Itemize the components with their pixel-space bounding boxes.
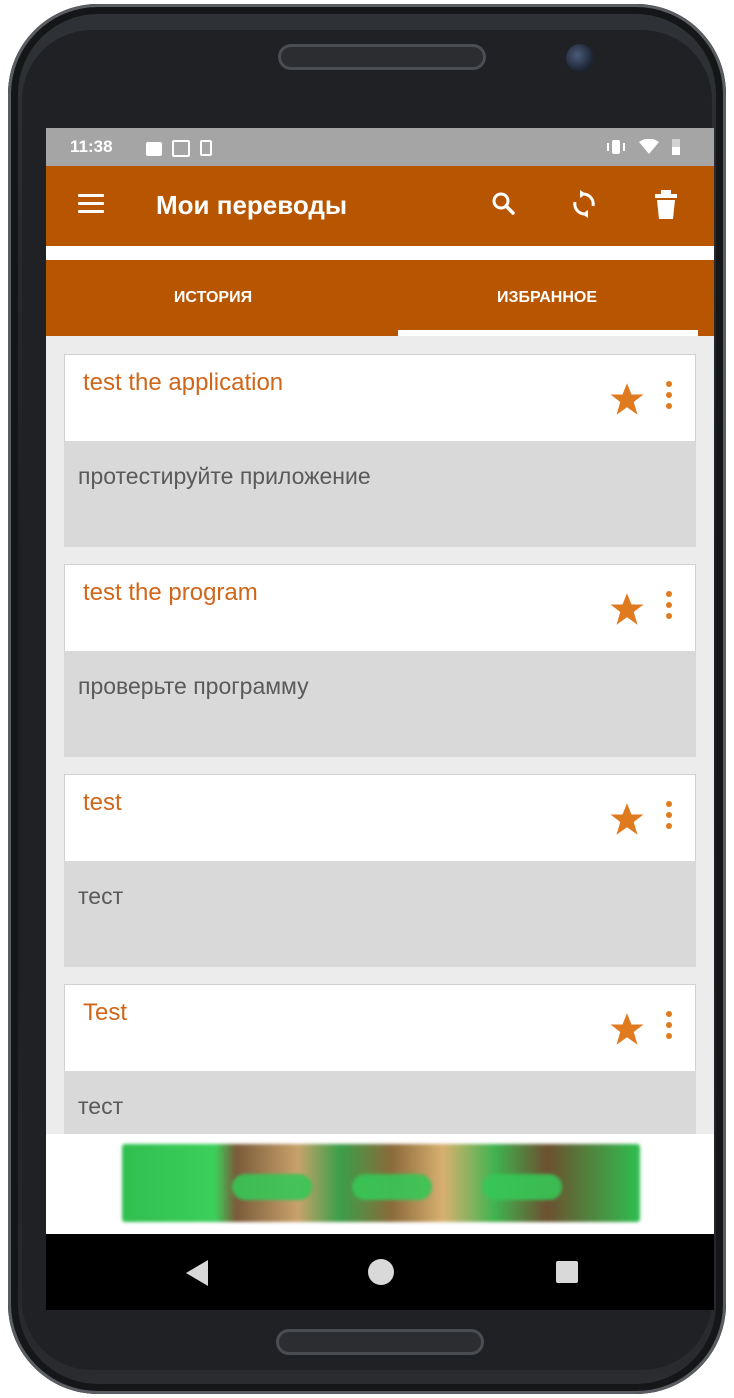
favorite-star-icon[interactable] bbox=[609, 1011, 645, 1047]
ad-button-shape bbox=[352, 1174, 432, 1200]
translation-card[interactable]: Test тест bbox=[64, 984, 696, 1144]
source-text: test the program bbox=[83, 579, 258, 606]
card-source-area: Test bbox=[64, 984, 696, 1072]
sync-icon[interactable] bbox=[566, 186, 602, 222]
battery-icon bbox=[672, 139, 680, 155]
ad-button-shape bbox=[482, 1174, 562, 1200]
back-icon[interactable] bbox=[186, 1260, 208, 1286]
vibrate-icon bbox=[607, 140, 625, 154]
translation-text: протестируйте приложение bbox=[78, 463, 371, 489]
card-translation-area: проверьте программу bbox=[64, 651, 696, 757]
translation-text: тест bbox=[78, 1093, 124, 1119]
recents-icon[interactable] bbox=[556, 1261, 578, 1283]
more-options-icon[interactable] bbox=[663, 1011, 675, 1047]
ad-container bbox=[46, 1134, 714, 1234]
tab-selected-indicator bbox=[398, 330, 698, 336]
ad-button-shape bbox=[232, 1174, 312, 1200]
status-time: 11:38 bbox=[70, 137, 113, 156]
wifi-icon bbox=[639, 139, 659, 154]
source-text: Test bbox=[83, 999, 128, 1026]
source-text: test bbox=[83, 789, 122, 816]
card-translation-area: протестируйте приложение bbox=[64, 441, 696, 547]
phone-notification-icon bbox=[200, 140, 212, 156]
system-nav-bar bbox=[46, 1234, 714, 1310]
favorite-star-icon[interactable] bbox=[609, 381, 645, 417]
home-icon[interactable] bbox=[368, 1259, 394, 1285]
earpiece-speaker bbox=[278, 44, 486, 70]
more-options-icon[interactable] bbox=[663, 801, 675, 837]
translations-list: test the application протестируйте прило… bbox=[64, 354, 696, 1144]
search-icon[interactable] bbox=[486, 186, 522, 222]
image-notification-icon bbox=[146, 142, 162, 156]
tab-history[interactable]: ИСТОРИЯ bbox=[46, 260, 380, 336]
screen: 11:38 Мои переводы ИСТОРИЯ ИЗБРАННОЕ tes… bbox=[46, 128, 714, 1310]
app-title: Мои переводы bbox=[156, 190, 348, 220]
gallery-notification-icon bbox=[172, 140, 190, 157]
more-options-icon[interactable] bbox=[663, 591, 675, 627]
trash-icon[interactable] bbox=[648, 186, 684, 222]
tab-favorites[interactable]: ИЗБРАННОЕ bbox=[380, 260, 714, 336]
app-bar: Мои переводы bbox=[46, 166, 714, 246]
ad-banner[interactable] bbox=[122, 1144, 640, 1222]
translation-text: проверьте программу bbox=[78, 673, 309, 699]
card-source-area: test the application bbox=[64, 354, 696, 442]
front-camera bbox=[566, 44, 594, 72]
status-bar: 11:38 bbox=[46, 128, 714, 166]
menu-icon[interactable] bbox=[78, 194, 104, 214]
card-translation-area: тест bbox=[64, 861, 696, 967]
bottom-speaker bbox=[276, 1329, 484, 1355]
appbar-divider bbox=[46, 246, 714, 260]
card-source-area: test the program bbox=[64, 564, 696, 652]
more-options-icon[interactable] bbox=[663, 381, 675, 417]
card-source-area: test bbox=[64, 774, 696, 862]
favorite-star-icon[interactable] bbox=[609, 801, 645, 837]
translation-card[interactable]: test the program проверьте программу bbox=[64, 564, 696, 758]
favorite-star-icon[interactable] bbox=[609, 591, 645, 627]
tab-bar: ИСТОРИЯ ИЗБРАННОЕ bbox=[46, 260, 714, 336]
translation-text: тест bbox=[78, 883, 124, 909]
source-text: test the application bbox=[83, 369, 284, 396]
translation-card[interactable]: test тест bbox=[64, 774, 696, 968]
translation-card[interactable]: test the application протестируйте прило… bbox=[64, 354, 696, 548]
